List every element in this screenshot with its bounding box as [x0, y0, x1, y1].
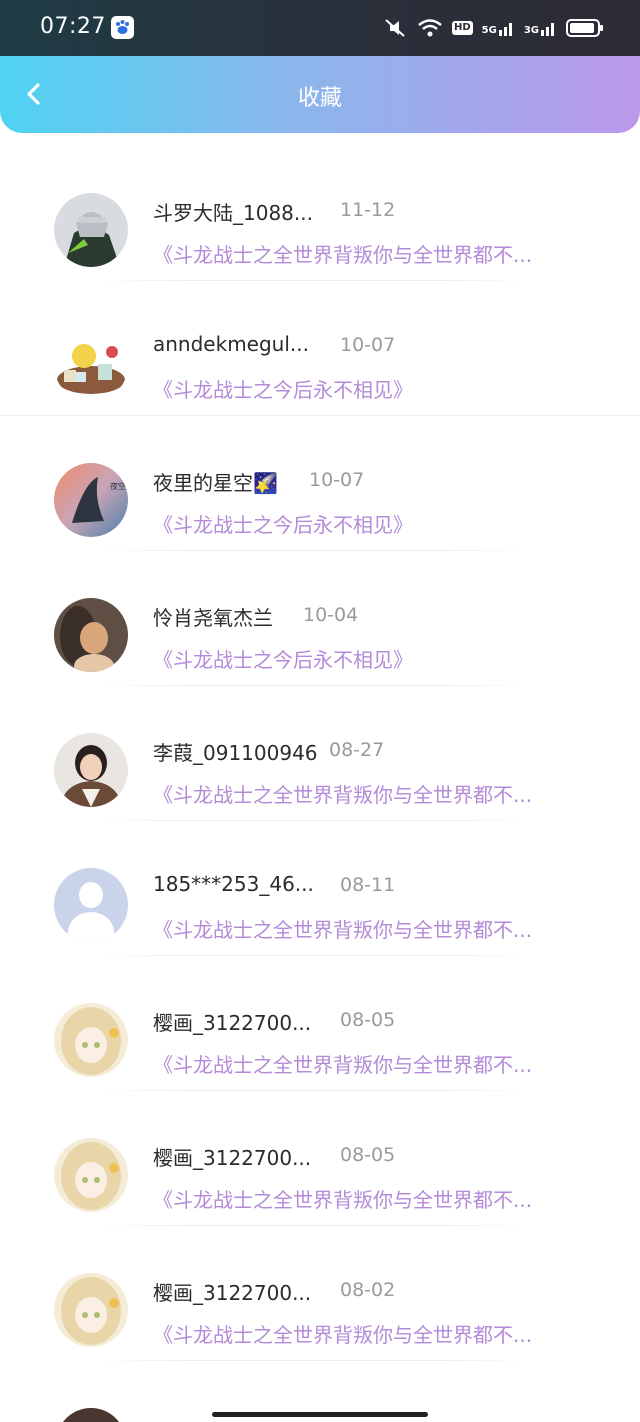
user-name: 樱画_3122700... [153, 1146, 312, 1170]
signal-3g-icon: 3G [524, 20, 557, 36]
user-name: 斗罗大陆_1088... [153, 201, 313, 225]
wifi-icon [417, 18, 443, 38]
battery-icon [566, 19, 603, 37]
user-name: 李葭_091100946 [153, 741, 318, 765]
user-avatar[interactable]: 夜空 [54, 463, 128, 537]
signal-5g-icon: 5G [482, 20, 515, 36]
home-indicator[interactable] [212, 1412, 428, 1417]
favorite-date: 11-12 [340, 199, 396, 221]
user-avatar[interactable] [54, 1273, 128, 1347]
user-name: 怜肖尧氧杰兰 [153, 606, 273, 630]
user-name: 夜里的星空🌠 [153, 471, 278, 495]
story-title-link[interactable]: 《斗龙战士之今后永不相见》 [153, 644, 577, 673]
favorite-date: 08-05 [340, 1144, 396, 1166]
story-title-link[interactable]: 《斗龙战士之全世界背叛你与全世界都不... [153, 1184, 577, 1213]
svg-text:夜空: 夜空 [110, 481, 126, 491]
page-title: 收藏 [297, 86, 342, 111]
favorite-date: 08-11 [340, 874, 396, 896]
hd-badge: HD [451, 21, 473, 35]
story-title-link[interactable]: 《斗龙战士之全世界背叛你与全世界都不... [153, 914, 577, 943]
favorite-date: 10-04 [303, 604, 359, 626]
favorites-list: 斗罗大陆_1088... 11-12 《斗龙战士之全世界背叛你与全世界都不...… [0, 146, 640, 1361]
user-name: 樱画_3122700... [153, 1011, 312, 1035]
list-item[interactable]: 夜空 夜里的星空🌠 10-07 《斗龙战士之今后永不相见》 [0, 416, 640, 551]
story-title-link[interactable]: 《斗龙战士之今后永不相见》 [153, 509, 577, 538]
list-item[interactable]: 斗罗大陆_1088... 11-12 《斗龙战士之全世界背叛你与全世界都不... [0, 146, 640, 281]
user-name: 185***253_46... [153, 872, 314, 896]
favorite-date: 08-27 [329, 739, 385, 761]
user-avatar[interactable] [54, 1138, 128, 1212]
story-title-link[interactable]: 《斗龙战士之全世界背叛你与全世界都不... [153, 1319, 577, 1348]
story-title-link[interactable]: 《斗龙战士之今后永不相见》 [153, 374, 577, 403]
list-item[interactable]: anndekmegul... 10-07 《斗龙战士之今后永不相见》 [0, 281, 640, 416]
divider [100, 1360, 530, 1361]
app-header: 收藏 [0, 56, 640, 133]
default-user-avatar-icon[interactable] [54, 868, 128, 942]
user-avatar[interactable] [54, 598, 128, 672]
user-avatar[interactable] [54, 1003, 128, 1077]
list-item[interactable]: 李葭_091100946 08-27 《斗龙战士之全世界背叛你与全世界都不... [0, 686, 640, 821]
user-avatar[interactable] [56, 1408, 126, 1422]
user-name: anndekmegul... [153, 332, 309, 356]
list-item[interactable]: 樱画_3122700... 08-02 《斗龙战士之全世界背叛你与全世界都不..… [0, 1226, 640, 1361]
list-item[interactable]: 怜肖尧氧杰兰 10-04 《斗龙战士之今后永不相见》 [0, 551, 640, 686]
user-name: 樱画_3122700... [153, 1281, 312, 1305]
favorite-date: 10-07 [309, 469, 365, 491]
list-item[interactable]: 樱画_3122700... 08-05 《斗龙战士之全世界背叛你与全世界都不..… [0, 956, 640, 1091]
status-bar: 07:27 HD 5G 3G [0, 0, 640, 56]
story-title-link[interactable]: 《斗龙战士之全世界背叛你与全世界都不... [153, 779, 577, 808]
user-avatar[interactable] [54, 193, 128, 267]
favorite-date: 08-05 [340, 1009, 396, 1031]
user-avatar[interactable] [54, 328, 128, 402]
story-title-link[interactable]: 《斗龙战士之全世界背叛你与全世界都不... [153, 1049, 577, 1078]
status-time: 07:27 [40, 14, 106, 39]
baidu-app-icon [111, 16, 134, 39]
list-item[interactable]: 185***253_46... 08-11 《斗龙战士之全世界背叛你与全世界都不… [0, 821, 640, 956]
favorite-date: 10-07 [340, 334, 396, 356]
story-title-link[interactable]: 《斗龙战士之全世界背叛你与全世界都不... [153, 239, 577, 268]
favorite-date: 08-02 [340, 1279, 396, 1301]
mute-icon [382, 17, 408, 39]
list-item[interactable]: 樱画_3122700... 08-05 《斗龙战士之全世界背叛你与全世界都不..… [0, 1091, 640, 1226]
user-avatar[interactable] [54, 733, 128, 807]
